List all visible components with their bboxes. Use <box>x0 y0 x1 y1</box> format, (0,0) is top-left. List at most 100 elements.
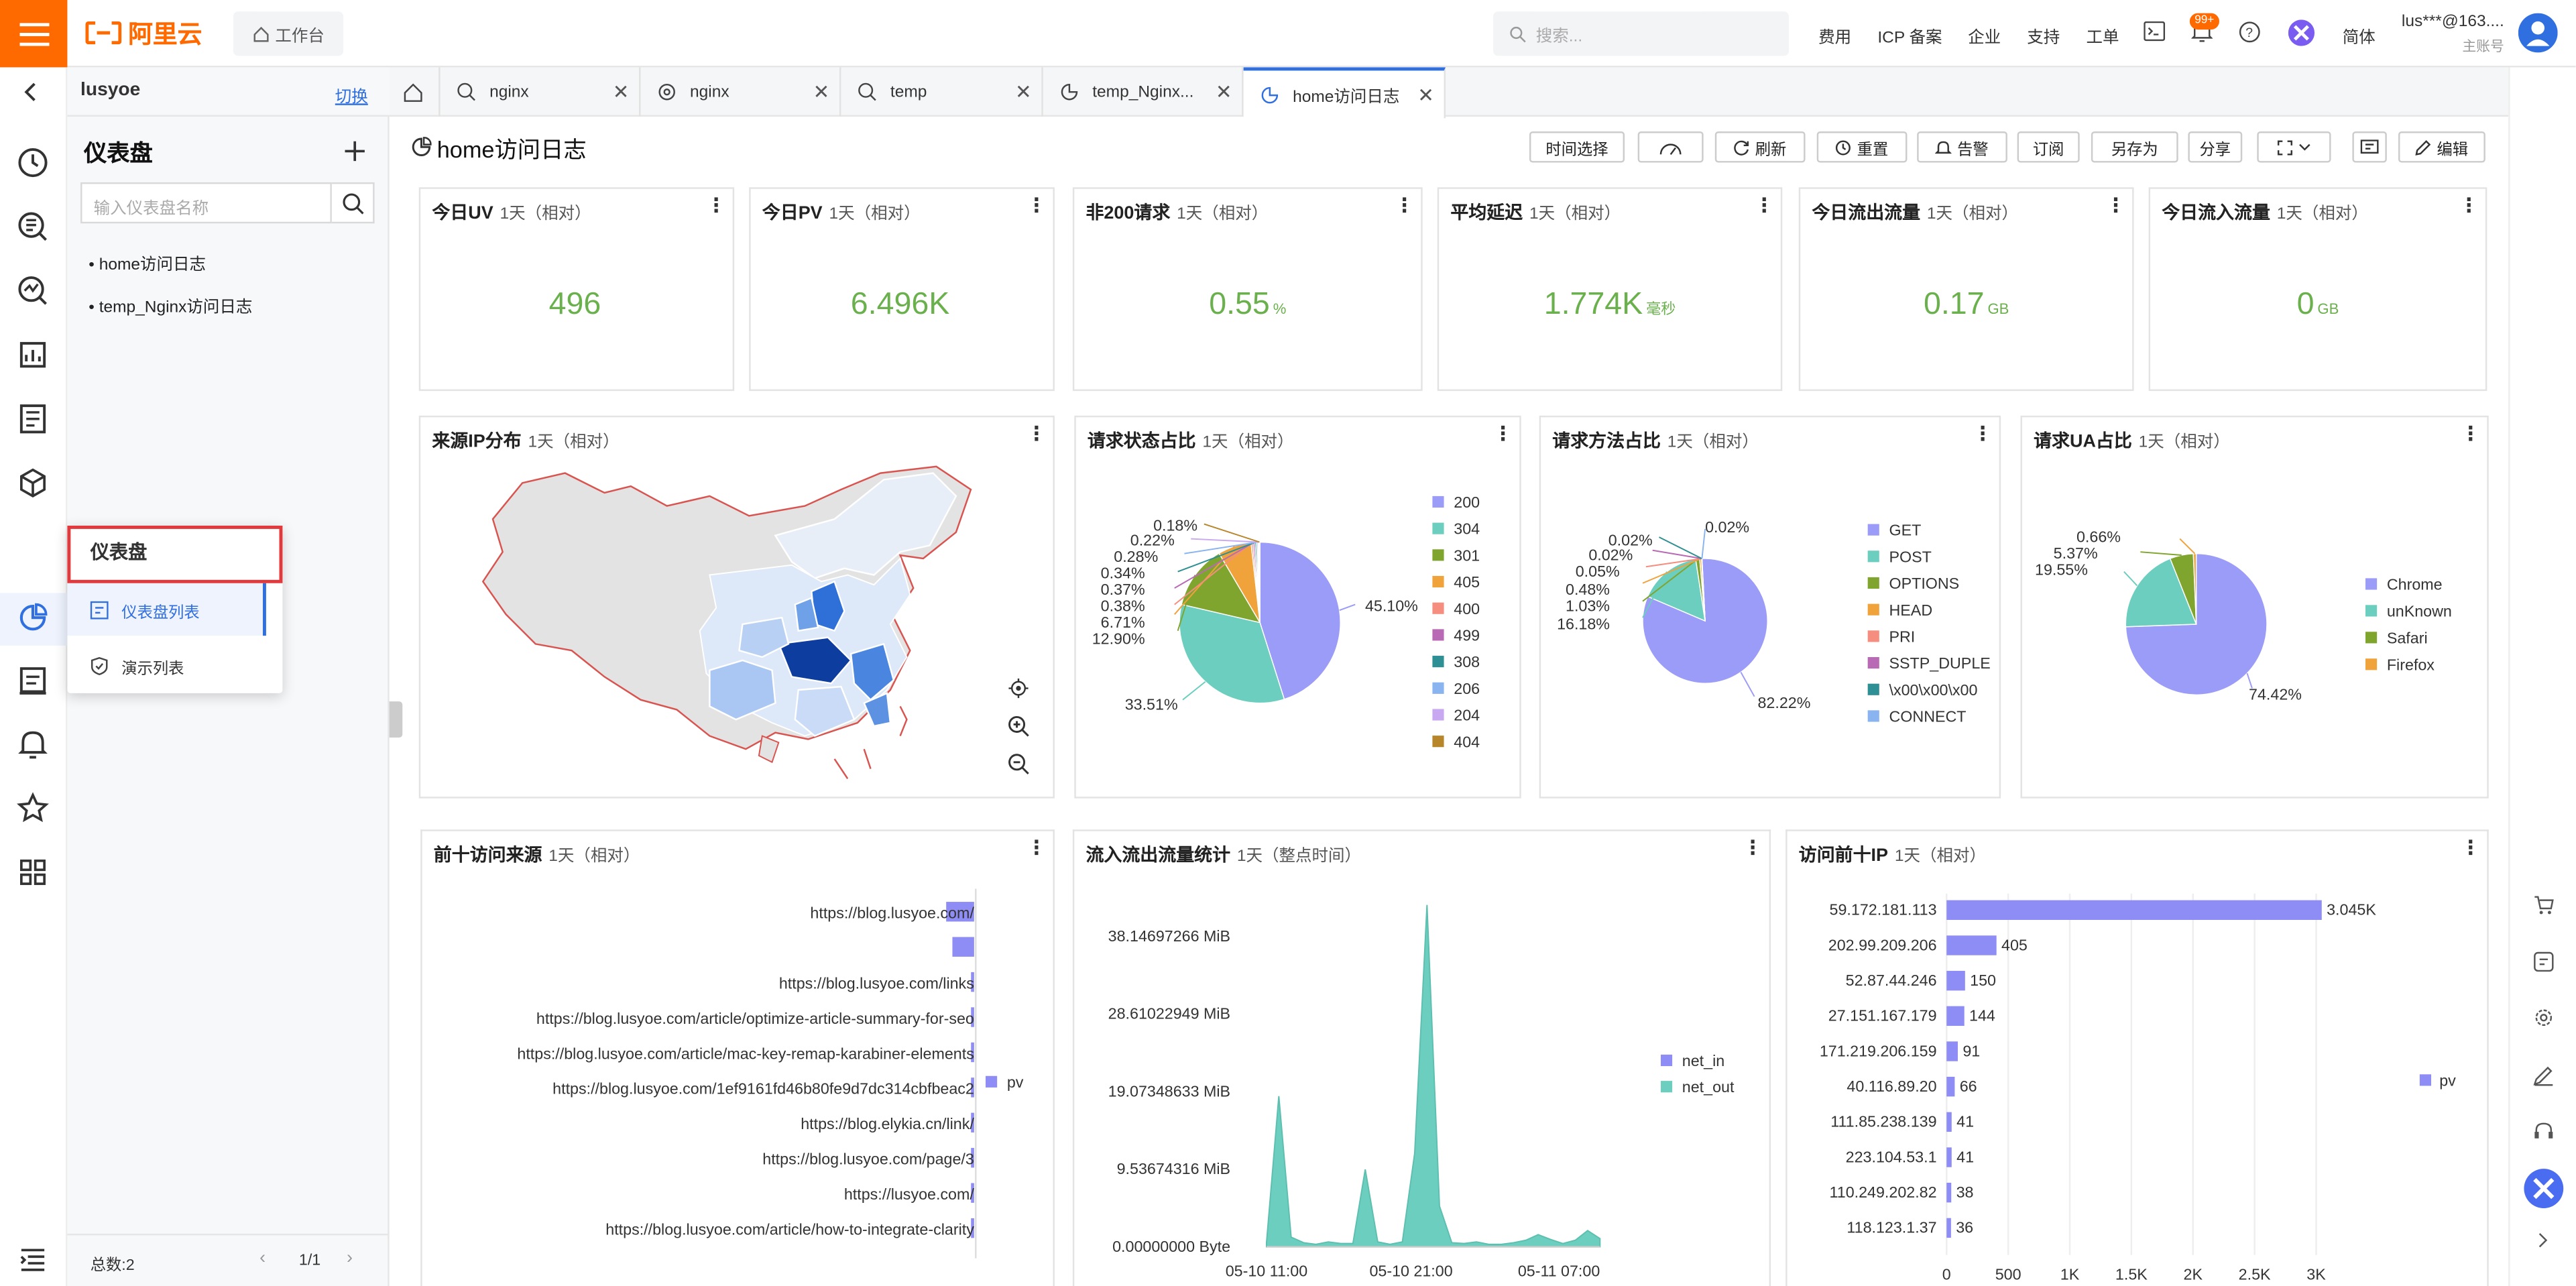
nav-support[interactable]: 支持 <box>2027 23 2060 48</box>
kpi-card-non200[interactable]: 非200请求 1天（相对） ⋮ 0.55% <box>1072 187 1423 392</box>
bar[interactable] <box>952 937 974 957</box>
legend-label[interactable]: CONNECT <box>1889 708 1967 725</box>
dashboard-list-item[interactable]: • home访问日志 <box>89 249 206 274</box>
pen-icon[interactable] <box>2533 1065 2555 1086</box>
aliyun-logo[interactable]: 阿里云 <box>85 15 202 51</box>
locate-icon[interactable] <box>1008 678 1029 699</box>
ai-assistant-icon[interactable] <box>2288 19 2315 46</box>
star-icon[interactable] <box>17 792 50 825</box>
method-pie-chart[interactable]: 82.22%16.18%1.03%0.48%0.05%0.02%0.02%0.0… <box>1541 450 2002 798</box>
legend-label[interactable]: GET <box>1889 522 1922 539</box>
document-icon[interactable] <box>2533 951 2555 973</box>
traffic-area-chart[interactable]: 0.00000000 Byte 9.53674316 MiB 19.07348633… <box>1074 880 1772 1286</box>
tab-home[interactable] <box>390 67 441 117</box>
more-vertical-icon[interactable]: ⋮ <box>2461 424 2480 443</box>
alert-bell-icon[interactable] <box>17 727 50 760</box>
report-icon[interactable] <box>17 339 50 371</box>
legend-label[interactable]: Safari <box>2387 629 2428 646</box>
gear-icon[interactable] <box>2533 1007 2555 1029</box>
more-vertical-icon[interactable]: ⋮ <box>1395 196 1414 215</box>
legend-label[interactable]: PRI <box>1889 628 1916 645</box>
box-icon[interactable] <box>17 467 50 500</box>
legend-label[interactable]: SSTP_DUPLE <box>1889 654 1991 672</box>
nav-enterprise[interactable]: 企业 <box>1968 23 2001 48</box>
kpi-card-in-traffic[interactable]: 今日流入流量 1天（相对） ⋮ 0 GB <box>2148 187 2487 392</box>
top-ip-bar-panel[interactable]: 访问前十IP 1天（相对） ⋮ 0 500 1K 1.5K 2K 2.5K 3K 59.172.… <box>1785 829 2489 1286</box>
flyout-item-dashboard-list[interactable]: 仪表盘列表 <box>67 583 266 636</box>
edit-button[interactable]: 编辑 <box>2398 131 2485 163</box>
tab-temp[interactable]: temp ✕ <box>841 67 1043 117</box>
share-button[interactable]: 分享 <box>2188 131 2243 163</box>
bar[interactable] <box>1946 1147 1952 1167</box>
avatar-icon[interactable] <box>2518 13 2558 53</box>
back-icon[interactable] <box>19 80 46 103</box>
legend-label[interactable]: 308 <box>1454 653 1480 670</box>
legend-label[interactable]: net_out <box>1682 1078 1735 1096</box>
close-icon[interactable]: ✕ <box>1417 84 1434 107</box>
area-net-out[interactable] <box>1265 904 1601 1248</box>
legend-label[interactable]: 405 <box>1454 573 1480 591</box>
more-vertical-icon[interactable]: ⋮ <box>1027 196 1046 215</box>
clock-icon[interactable] <box>17 146 50 179</box>
legend-label[interactable]: 204 <box>1454 707 1480 724</box>
cart-icon[interactable] <box>2533 895 2555 915</box>
user-account[interactable]: lus***@163.... 主账号 <box>2402 11 2504 58</box>
close-icon[interactable]: ✕ <box>613 80 630 103</box>
top-ip-bar-chart[interactable]: 0 500 1K 1.5K 2K 2.5K 3K 59.172.181.113 3.045K 20… <box>1788 880 2491 1286</box>
subscribe-button[interactable]: 订阅 <box>2017 131 2080 163</box>
time-select-button[interactable]: 时间选择 <box>1529 131 1625 163</box>
kpi-card-uv[interactable]: 今日UV 1天（相对） ⋮ 496 <box>418 187 735 392</box>
legend-label[interactable]: 400 <box>1454 600 1480 618</box>
more-vertical-icon[interactable]: ⋮ <box>1027 424 1046 443</box>
filter-search-button[interactable] <box>331 182 375 224</box>
legend-label[interactable]: 301 <box>1454 546 1480 564</box>
legend-label[interactable]: Firefox <box>2387 656 2435 673</box>
refresh-button[interactable]: 刷新 <box>1714 131 1806 163</box>
close-icon[interactable]: ✕ <box>813 80 830 103</box>
bar[interactable] <box>1946 1006 1965 1027</box>
more-vertical-icon[interactable]: ⋮ <box>1755 196 1774 215</box>
legend-label[interactable]: net_in <box>1682 1052 1724 1069</box>
kpi-card-out-traffic[interactable]: 今日流出流量 1天（相对） ⋮ 0.17 GB <box>1798 187 2134 392</box>
next-page-icon[interactable]: › <box>347 1248 353 1268</box>
tab-nginx-1[interactable]: nginx ✕ <box>441 67 641 117</box>
language-switch[interactable]: 简体 <box>2343 23 2376 48</box>
more-vertical-icon[interactable]: ⋮ <box>2459 196 2479 215</box>
legend-label[interactable]: 499 <box>1454 627 1480 644</box>
legend-label[interactable]: OPTIONS <box>1889 575 1960 592</box>
list-icon[interactable] <box>17 402 50 435</box>
kpi-card-latency[interactable]: 平均延迟 1天（相对） ⋮ 1.774K 毫秒 <box>1437 187 1783 392</box>
save-as-button[interactable]: 另存为 <box>2091 131 2178 163</box>
prev-page-icon[interactable]: ‹ <box>259 1248 266 1268</box>
panel-collapse-handle[interactable] <box>389 701 403 738</box>
bar[interactable] <box>1946 1183 1952 1203</box>
more-vertical-icon[interactable]: ⋮ <box>1973 424 1992 443</box>
add-dashboard-icon[interactable] <box>343 139 366 162</box>
close-icon[interactable]: ✕ <box>1015 80 1032 103</box>
traffic-area-panel[interactable]: 流入流出流量统计 1天（整点时间） ⋮ 0.00000000 Byte 9.5367… <box>1072 829 1772 1286</box>
workbench-button[interactable]: 工作台 <box>233 11 344 56</box>
help-icon[interactable]: ? <box>2239 21 2260 43</box>
auto-refresh-button[interactable] <box>1637 131 1704 163</box>
legend-label[interactable]: HEAD <box>1889 601 1933 619</box>
nav-icp[interactable]: ICP 备案 <box>1877 23 1942 48</box>
legend-label[interactable]: 200 <box>1454 493 1480 511</box>
bar[interactable] <box>1946 1112 1952 1132</box>
comment-button[interactable] <box>2352 131 2387 163</box>
tab-home-log[interactable]: home访问日志 ✕ <box>1243 67 1446 119</box>
collapse-menu-icon[interactable] <box>17 1244 50 1277</box>
grid-apps-icon[interactable] <box>17 856 50 888</box>
zoom-in-icon[interactable] <box>1007 715 1030 738</box>
tab-temp-nginx[interactable]: temp_Nginx... ✕ <box>1043 67 1244 117</box>
bar[interactable] <box>1946 1076 1955 1097</box>
ua-pie-chart[interactable]: 74.42% 19.55%5.37%0.66% Chrome unKnown Safar… <box>2022 450 2490 798</box>
legend-label[interactable]: 206 <box>1454 680 1480 697</box>
kpi-card-pv[interactable]: 今日PV 1天（相对） ⋮ 6.496K <box>749 187 1055 392</box>
referer-bar-chart[interactable]: https://blog.lusyoe.com/https://blog.lus… <box>422 880 1057 1286</box>
headset-icon[interactable] <box>2533 1120 2555 1142</box>
tab-nginx-2[interactable]: nginx ✕ <box>641 67 841 117</box>
legend-label[interactable]: pv <box>2439 1071 2456 1089</box>
legend-label[interactable]: \x00\x00\x00 <box>1889 681 1978 699</box>
bar[interactable] <box>1946 900 2322 920</box>
legend-label[interactable]: POST <box>1889 548 1932 565</box>
